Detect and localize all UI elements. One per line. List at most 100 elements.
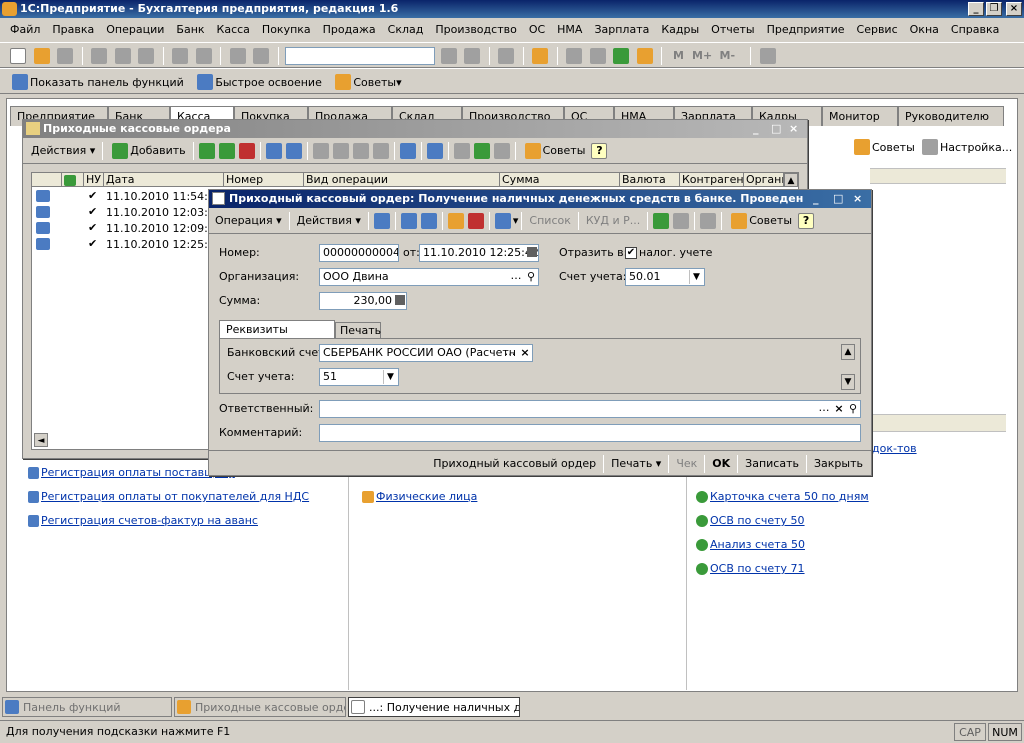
user-icon[interactable] (636, 48, 653, 64)
menu-item[interactable]: Отчеты (705, 20, 760, 40)
edit-row-icon[interactable] (218, 142, 235, 159)
print-icon[interactable] (453, 142, 470, 159)
go-icon[interactable] (494, 212, 511, 229)
clear-icon[interactable]: × (833, 402, 845, 416)
link-text[interactable]: док-тов (872, 442, 917, 455)
dropdown-icon[interactable]: ▼ (383, 370, 397, 384)
quick-learn-button[interactable]: Быстрое освоение (191, 71, 326, 93)
maximize-icon[interactable]: □ (771, 120, 781, 138)
tab-print[interactable]: Печать (335, 322, 381, 338)
col-currency[interactable]: Валюта (620, 173, 680, 187)
tab-monitor[interactable]: Монитор (822, 106, 898, 126)
save-button[interactable]: Записать (741, 453, 803, 475)
select-icon[interactable]: … (503, 346, 517, 360)
menu-item[interactable]: Сервис (851, 20, 904, 40)
find-icon[interactable] (440, 48, 457, 64)
bank-field[interactable]: СБЕРБАНК РОССИИ ОАО (Расчетн (319, 344, 533, 362)
link-text[interactable]: Физические лица (376, 490, 477, 503)
link-text[interactable]: Регистрация оплаты от покупателей для НД… (41, 490, 309, 503)
actions-menu[interactable]: Действия ▾ (27, 140, 99, 162)
add-button[interactable]: Добавить (106, 140, 189, 162)
close-icon[interactable]: × (789, 120, 798, 138)
link-text[interactable]: Карточка счета 50 по дням (710, 490, 869, 503)
base-doc-icon[interactable] (447, 212, 464, 229)
link-text[interactable]: Регистрация оплаты поставщику (41, 466, 235, 479)
structure-icon[interactable] (700, 212, 717, 229)
memory-minus-icon[interactable]: M- (720, 49, 744, 62)
link-text[interactable]: Анализ счета 50 (710, 538, 805, 551)
scroll-up-icon[interactable]: ▲ (784, 173, 798, 187)
menu-item[interactable]: Касса (211, 20, 256, 40)
col-op-type[interactable]: Вид операции (304, 173, 500, 187)
menu-item[interactable]: Правка (46, 20, 100, 40)
panel-tips-button[interactable]: Советы (848, 136, 919, 158)
table-row[interactable]: ✔ 11.10.2010 11:54:51 (32, 189, 222, 205)
menu-item[interactable]: Покупка (256, 20, 317, 40)
unpost-icon[interactable] (467, 212, 484, 229)
org-field[interactable]: ООО Двина (319, 268, 539, 286)
list-button[interactable]: Список (525, 210, 574, 232)
copy-icon[interactable] (114, 48, 131, 64)
menu-item[interactable]: ОС (523, 20, 551, 40)
table-row[interactable]: ✔ 11.10.2010 12:25:42 (32, 237, 222, 253)
minimize-icon[interactable]: _ (753, 120, 759, 138)
clear-icon[interactable]: × (519, 346, 531, 360)
search-combobox[interactable] (285, 47, 435, 65)
tips-button[interactable]: Советы ▾ (329, 71, 405, 93)
link-item[interactable]: Анализ счета 50 (694, 538, 869, 562)
pko-print-button[interactable]: Приходный кассовый ордер (429, 453, 600, 475)
select-icon[interactable]: … (817, 402, 831, 416)
sum-field[interactable]: 230,00 (319, 292, 407, 310)
minimize-icon[interactable]: _ (968, 2, 984, 16)
link-text[interactable]: ОСВ по счету 50 (710, 514, 805, 527)
preview-icon[interactable] (195, 48, 212, 64)
table-row[interactable]: ✔ 11.10.2010 12:03:21 (32, 205, 222, 221)
search-icon[interactable]: ⚲ (847, 402, 859, 416)
task-list-window[interactable]: Приходные кассовые ордера (174, 697, 346, 717)
help-icon[interactable] (532, 48, 548, 64)
menu-item[interactable]: Операции (100, 20, 170, 40)
dt-kt-icon[interactable] (653, 212, 670, 229)
col-org[interactable]: Органи (744, 173, 784, 187)
link-item[interactable]: ОСВ по счету 50 (694, 514, 869, 538)
scroll-up-icon[interactable]: ▲ (841, 344, 855, 360)
link-item[interactable]: Регистрация счетов-фактур на аванс (26, 514, 309, 538)
scroll-down-icon[interactable]: ▼ (841, 374, 855, 390)
doc-tips-button[interactable]: Советы (725, 210, 796, 232)
move-date-icon[interactable] (373, 212, 390, 229)
menu-item[interactable]: Справка (945, 20, 1005, 40)
menu-item[interactable]: Предприятие (761, 20, 851, 40)
panel-settings-button[interactable]: Настройка... (916, 136, 1016, 158)
go-icon[interactable] (399, 142, 416, 159)
save-icon[interactable] (57, 48, 73, 64)
responsible-field[interactable] (319, 400, 861, 418)
link-item[interactable]: Физические лица (360, 490, 477, 503)
col-nu[interactable]: НУ (84, 173, 104, 187)
menu-item[interactable]: Кадры (655, 20, 705, 40)
maximize-icon[interactable]: □ (833, 190, 843, 208)
search-icon[interactable]: ⚲ (525, 270, 537, 284)
link-item[interactable]: Регистрация оплаты от покупателей для НД… (26, 490, 309, 514)
find-icon[interactable] (285, 142, 302, 159)
redo-icon[interactable] (253, 48, 269, 64)
close-icon[interactable]: × (853, 190, 862, 208)
link-partial[interactable]: док-тов (872, 442, 917, 455)
date-field[interactable]: 11.10.2010 12:25:42 (419, 244, 539, 262)
calendar-icon[interactable] (589, 48, 606, 64)
menu-item[interactable]: НМА (551, 20, 588, 40)
copy-row-icon[interactable] (198, 142, 215, 159)
menu-item[interactable]: Склад (382, 20, 430, 40)
maximize-icon[interactable]: ❐ (986, 2, 1002, 16)
help-icon[interactable]: ? (798, 212, 815, 229)
close-button[interactable]: Закрыть (810, 453, 867, 475)
menu-item[interactable]: Зарплата (588, 20, 655, 40)
windows-icon[interactable] (498, 48, 514, 64)
number-field[interactable]: 00000000004 (319, 244, 399, 262)
link-text[interactable]: ОСВ по счету 71 (710, 562, 805, 575)
filter-history-icon[interactable] (352, 142, 369, 159)
comment-field[interactable] (319, 424, 861, 442)
calendar-icon[interactable] (527, 247, 537, 257)
tab-details[interactable]: Реквизиты платежа (219, 320, 335, 354)
minimize-icon[interactable]: _ (813, 190, 819, 208)
tab-manager[interactable]: Руководителю (898, 106, 1004, 126)
